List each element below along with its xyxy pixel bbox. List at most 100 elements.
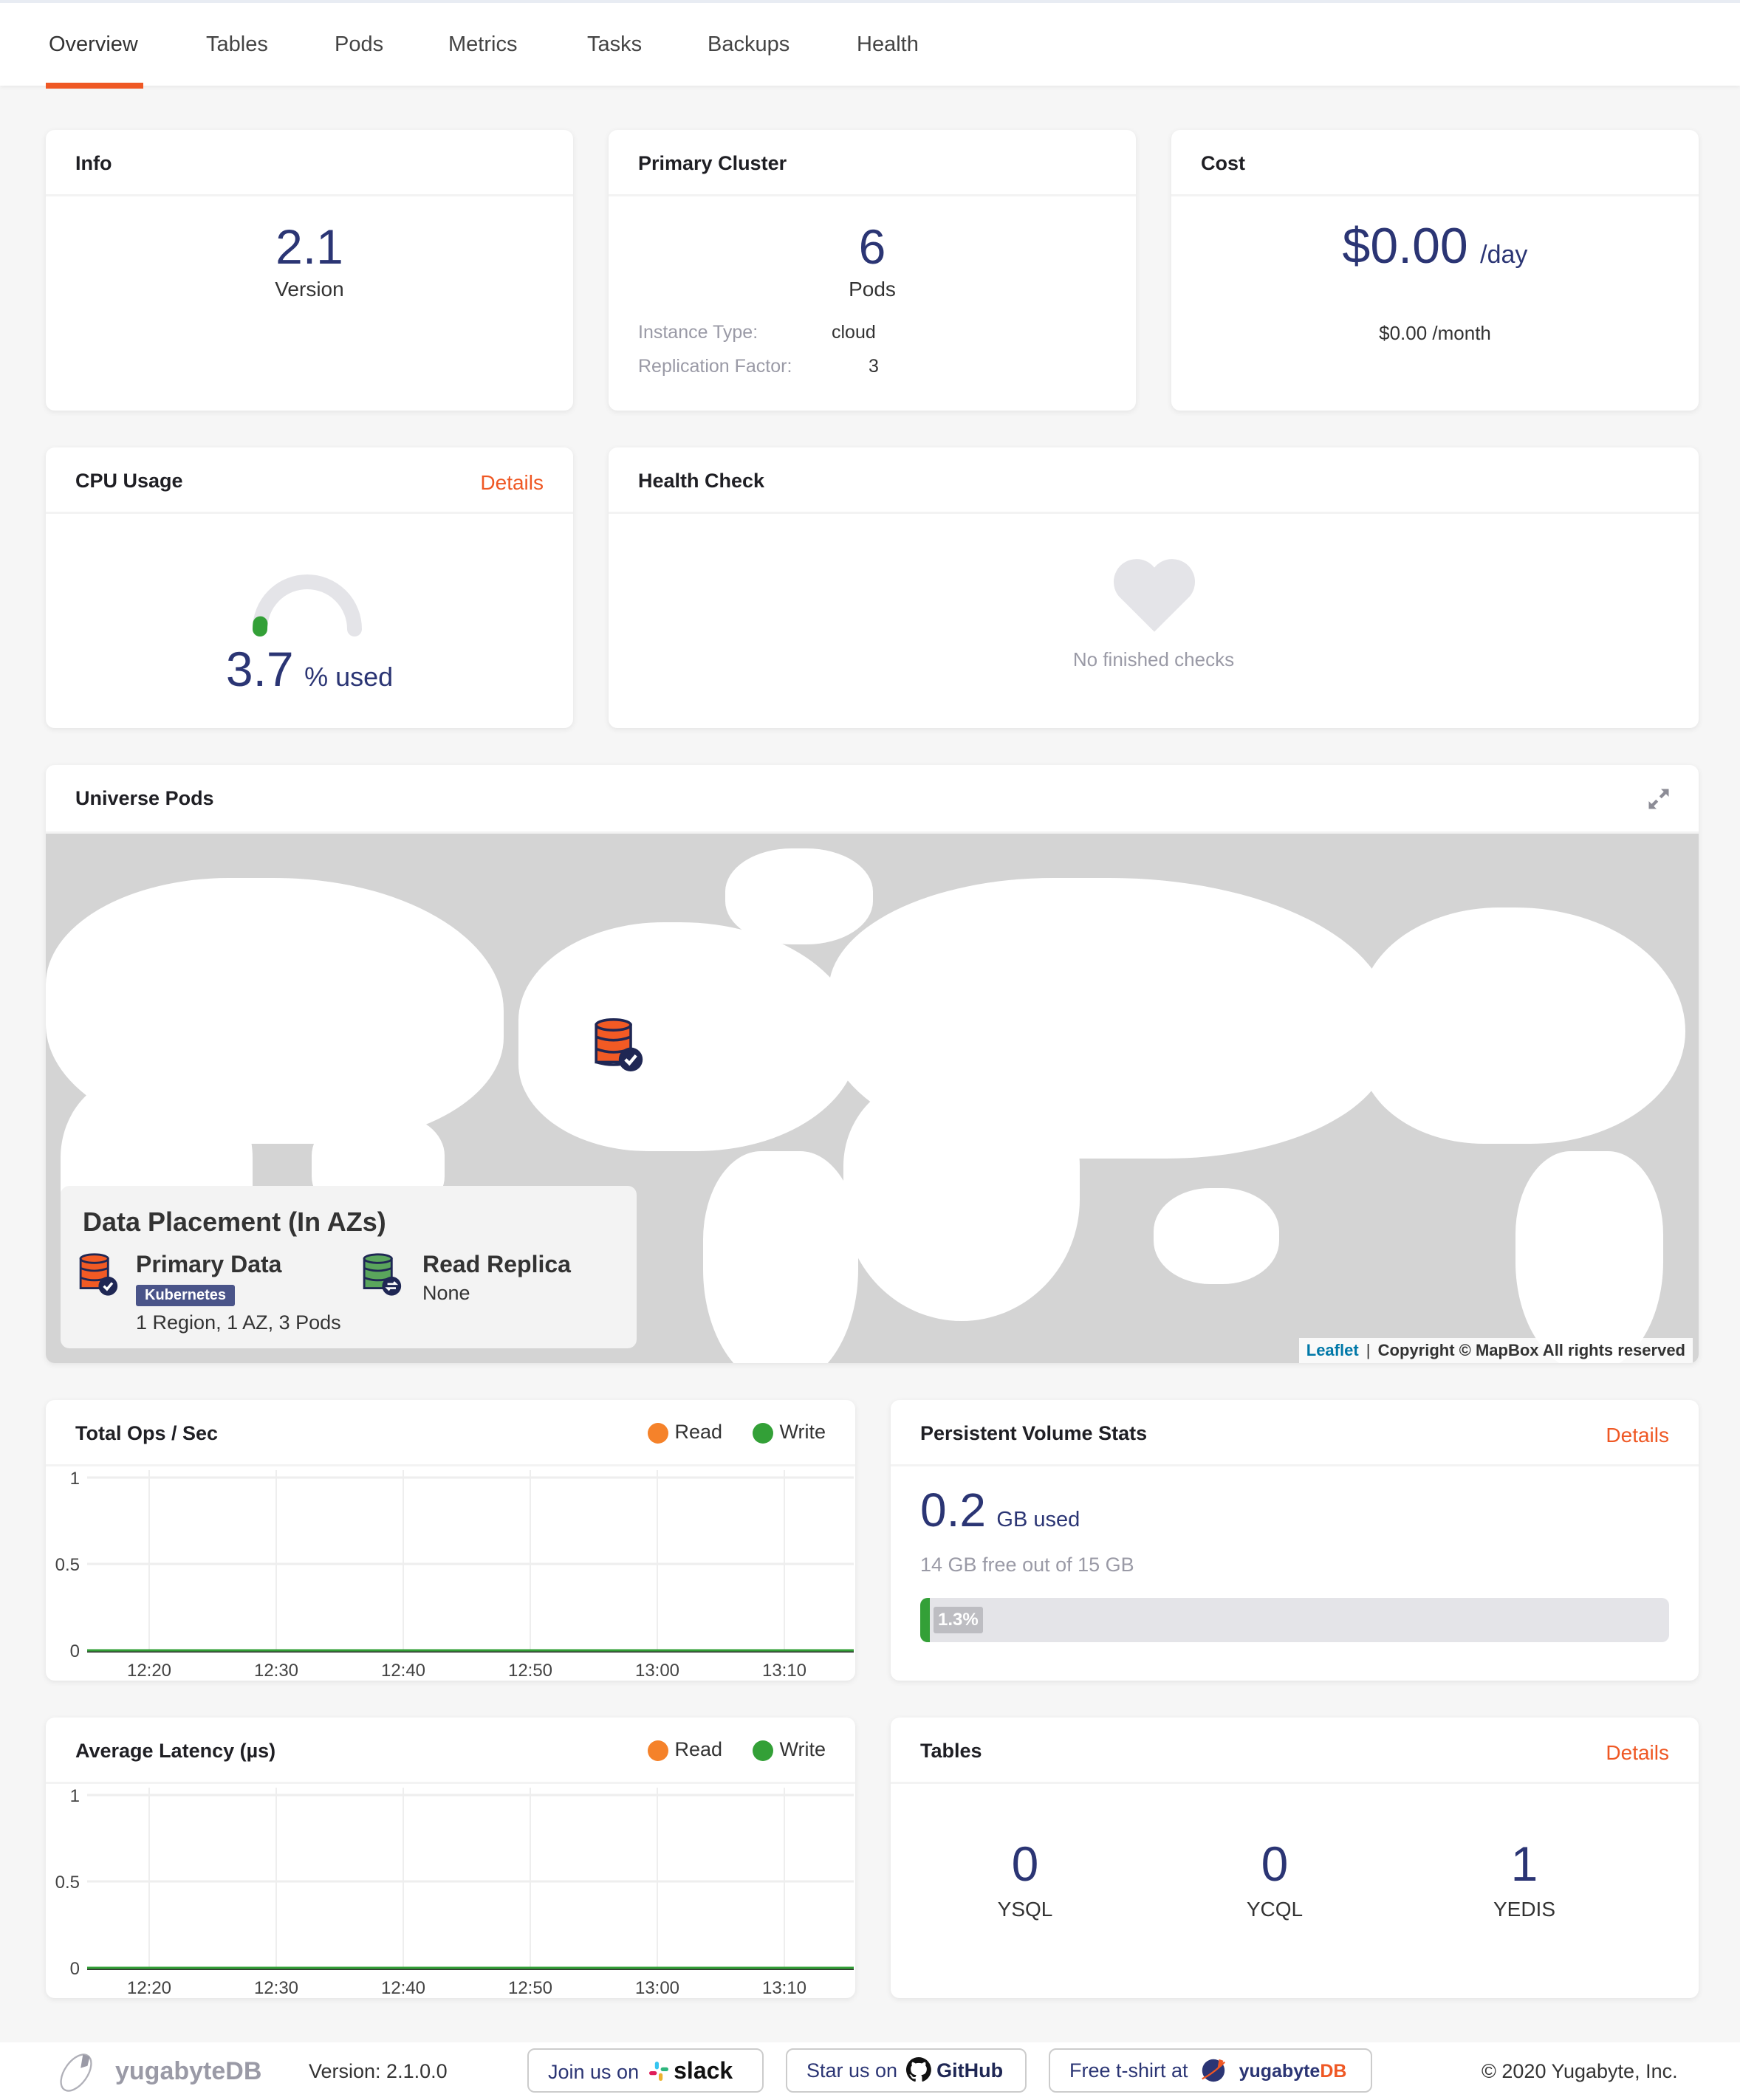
primary-data-icon	[79, 1253, 118, 1296]
legend-write[interactable]: Write	[753, 1421, 826, 1444]
table-count-yedis: 1 YEDIS	[1390, 1836, 1659, 1921]
x-tick-label: 13:10	[762, 1978, 806, 1998]
tables-card: Tables Details 0 YSQL 0 YCQL 1 YEDIS	[891, 1718, 1699, 1998]
card-title: Info	[75, 152, 112, 174]
version-value: 2.1	[275, 219, 343, 274]
pv-progress-label: 1.3%	[934, 1607, 983, 1633]
x-tick-label: 12:40	[381, 1661, 425, 1681]
y-tick-label: 1	[70, 1786, 80, 1806]
tab-backups[interactable]: Backups	[708, 32, 789, 57]
version-label: Version	[275, 278, 344, 301]
count-label: YSQL	[997, 1898, 1053, 1921]
average-latency-card: Average Latency (µs) Read Write 0 0.5 1 12:…	[46, 1718, 855, 1998]
legend-read-label: Read	[674, 1421, 722, 1443]
tab-tables[interactable]: Tables	[206, 32, 268, 57]
cost-card: Cost $0.00 /day $0.00 /month	[1171, 130, 1699, 411]
count-label: YCQL	[1246, 1898, 1304, 1921]
data-placement-legend: Data Placement (In AZs) Primary Data Kub…	[61, 1186, 637, 1348]
card-title: CPU Usage	[75, 470, 183, 492]
footer-version: Version: 2.1.0.0	[309, 2060, 448, 2082]
slack-icon	[648, 2053, 668, 2081]
table-count-ysql: 0 YSQL	[891, 1836, 1160, 1921]
expand-icon[interactable]	[1645, 786, 1672, 812]
x-tick-label: 12:40	[381, 1978, 425, 1998]
free-tshirt-button[interactable]: Free t-shirt at yugabyteDB	[1049, 2048, 1372, 2093]
total-ops-card: Total Ops / Sec Read Write 0 0.5 1 12:20 12:…	[46, 1400, 855, 1681]
x-tick-label: 12:50	[508, 1978, 552, 1998]
legend-write-label: Write	[779, 1421, 826, 1443]
tab-metrics[interactable]: Metrics	[448, 32, 517, 57]
tshirt-brand-b: DB	[1320, 2061, 1347, 2082]
primary-cluster-card: Primary Cluster 6 Pods Instance Type: cl…	[609, 130, 1136, 411]
join-slack-button[interactable]: Join us on slack	[527, 2048, 764, 2093]
legend-write-label: Write	[779, 1738, 826, 1760]
leaflet-link[interactable]: Leaflet	[1306, 1341, 1359, 1359]
y-tick-label: 1	[70, 1469, 80, 1489]
replication-factor-label: Replication Factor:	[638, 356, 792, 377]
globe-rocket-icon	[1199, 2056, 1227, 2084]
count-value: 1	[1510, 1836, 1538, 1891]
github-label: GitHub	[936, 2059, 1004, 2082]
count-value: 0	[1261, 1836, 1289, 1891]
legend-read[interactable]: Read	[648, 1421, 722, 1444]
tab-health[interactable]: Health	[857, 32, 919, 57]
star-github-button[interactable]: Star us on GitHub	[786, 2048, 1027, 2093]
legend-read-label: Read	[674, 1738, 722, 1760]
x-tick-label: 13:00	[635, 1661, 679, 1681]
land-south-america	[703, 1151, 858, 1363]
footer-brand[interactable]: yugabyteDB	[115, 2057, 261, 2086]
x-tick-label: 12:30	[254, 1978, 298, 1998]
card-title: Cost	[1201, 152, 1245, 174]
daily-cost-unit: /day	[1480, 241, 1528, 269]
instance-type-value: cloud	[832, 322, 876, 343]
land-greenland	[725, 848, 873, 944]
tab-tasks[interactable]: Tasks	[587, 32, 642, 57]
pv-free-text: 14 GB free out of 15 GB	[920, 1554, 1134, 1576]
universe-pods-card: Universe Pods Data Placement (In AZs) Pr…	[46, 765, 1699, 1363]
yugabyte-logo-icon	[60, 2053, 92, 2092]
land-australia	[1154, 1188, 1279, 1284]
cpu-details-link[interactable]: Details	[480, 471, 544, 495]
pv-used-value: 0.2	[920, 1483, 986, 1537]
land-africa	[843, 1077, 1080, 1321]
tables-details-link[interactable]: Details	[1606, 1741, 1669, 1765]
pv-progress-fill	[920, 1598, 931, 1642]
x-tick-label: 12:20	[127, 1978, 171, 1998]
primary-data-summary: 1 Region, 1 AZ, 3 Pods	[136, 1311, 341, 1334]
cpu-value: 3.7	[225, 642, 294, 696]
total-ops-chart: 0 0.5 1 12:20 12:30 12:40 12:50 13:00 13:10	[55, 1469, 854, 1681]
info-card: Info 2.1 Version	[46, 130, 573, 411]
y-tick-label: 0	[70, 1641, 80, 1661]
copyright-text: Copyright © MapBox All rights reserved	[1377, 1341, 1685, 1359]
active-tab-indicator	[46, 83, 143, 89]
legend-read[interactable]: Read	[648, 1738, 722, 1761]
monthly-cost: $0.00 /month	[1379, 322, 1491, 344]
world-map[interactable]: Data Placement (In AZs) Primary Data Kub…	[46, 834, 1699, 1363]
github-prefix: Star us on	[806, 2059, 898, 2082]
read-dot-icon	[648, 1422, 669, 1444]
write-dot-icon	[753, 1422, 774, 1444]
read-dot-icon	[648, 1740, 669, 1761]
footer-copyright: © 2020 Yugabyte, Inc.	[1482, 2060, 1678, 2082]
tab-pods[interactable]: Pods	[335, 32, 383, 57]
legend-write[interactable]: Write	[753, 1738, 826, 1761]
read-replica-summary: None	[422, 1282, 470, 1304]
pods-label: Pods	[849, 278, 896, 301]
card-title: Universe Pods	[75, 787, 214, 809]
primary-pod-marker[interactable]	[591, 1017, 644, 1073]
x-tick-label: 12:20	[127, 1661, 171, 1681]
cpu-usage-card: CPU Usage Details 3.7 % used	[46, 447, 573, 728]
health-check-card: Health Check No finished checks	[609, 447, 1699, 728]
card-title: Persistent Volume Stats	[920, 1422, 1148, 1444]
pods-count: 6	[858, 219, 886, 274]
daily-cost-value: $0.00	[1342, 218, 1468, 274]
footer: yugabyteDB Version: 2.1.0.0 Join us on s…	[0, 2042, 1740, 2100]
pv-details-link[interactable]: Details	[1606, 1424, 1669, 1447]
cpu-gauge	[252, 574, 362, 636]
count-label: YEDIS	[1493, 1898, 1556, 1921]
card-title: Total Ops / Sec	[75, 1422, 219, 1444]
tab-overview[interactable]: Overview	[49, 32, 138, 57]
primary-data-label: Primary Data	[136, 1251, 282, 1277]
land-south-america-east	[1515, 1151, 1663, 1363]
card-title: Average Latency (µs)	[75, 1740, 276, 1762]
